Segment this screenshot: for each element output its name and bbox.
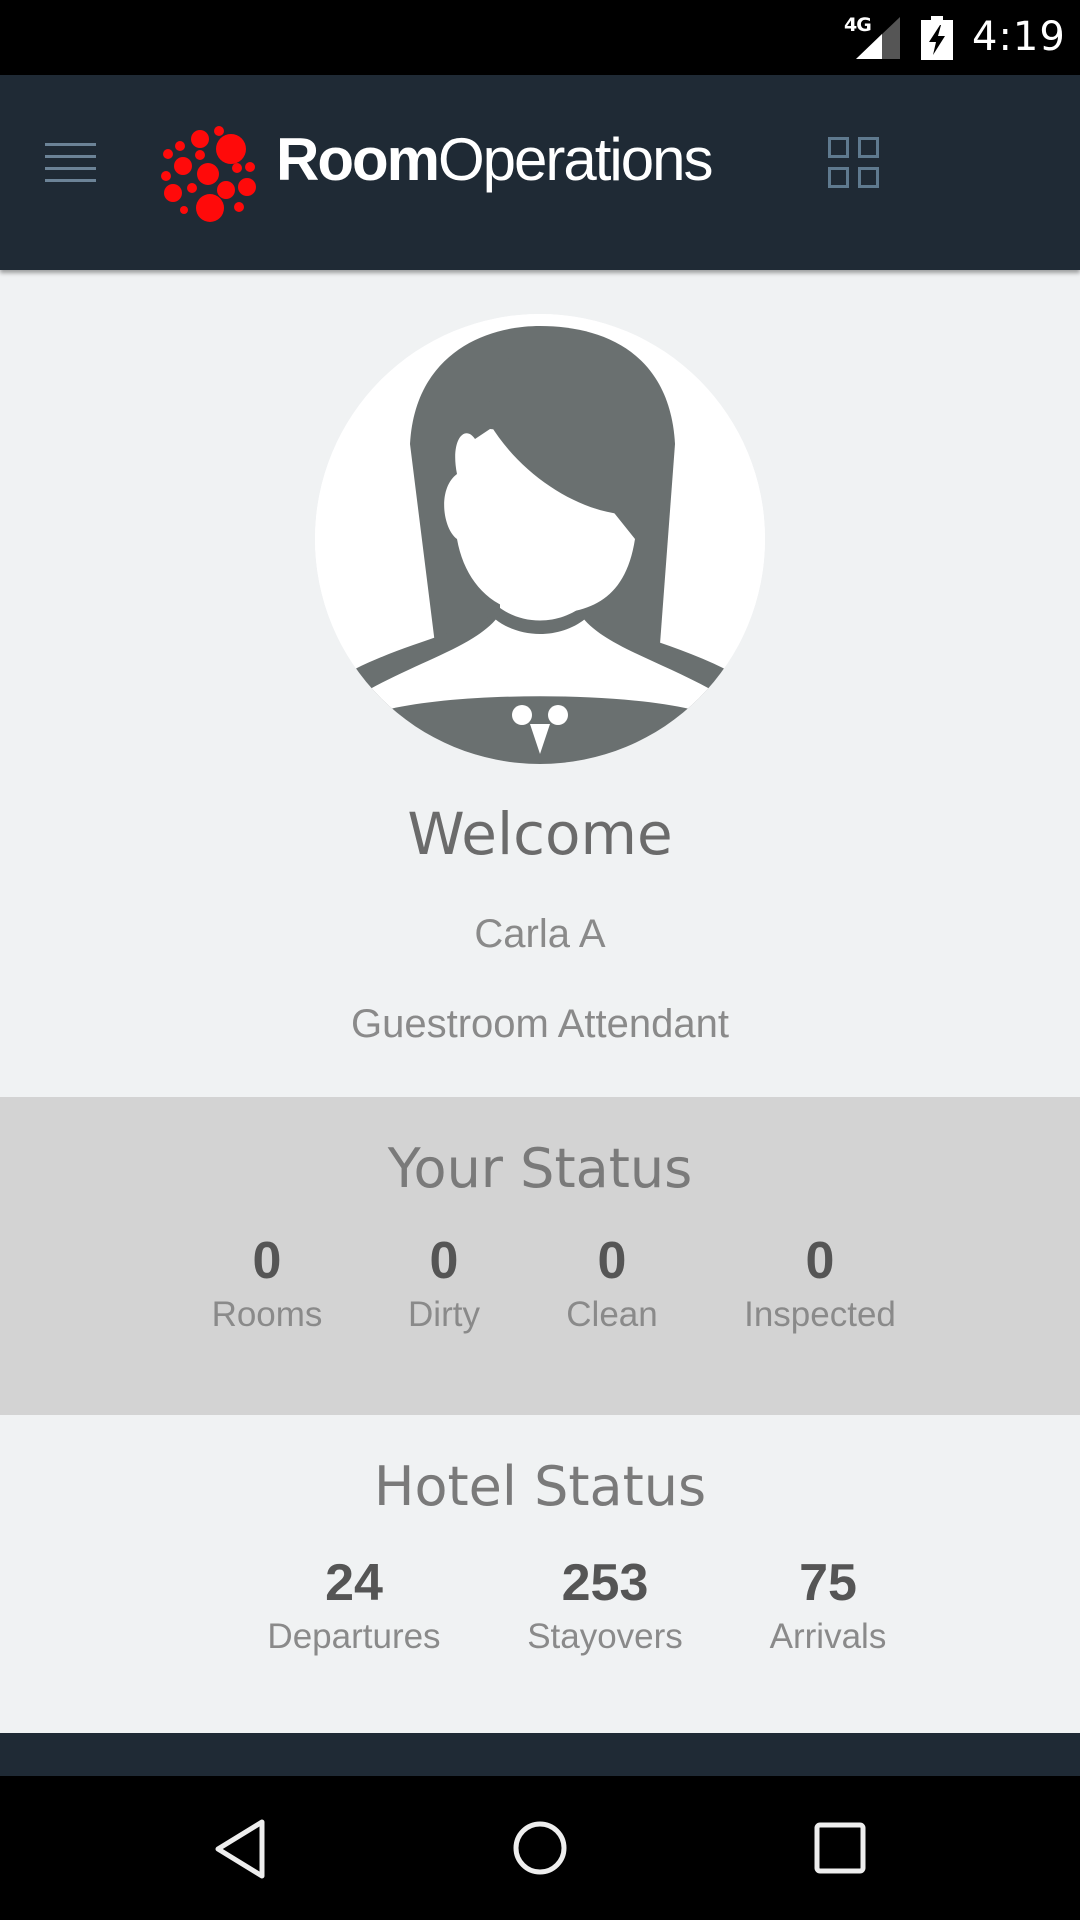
status-bar: 4G 4:19 bbox=[0, 0, 1080, 75]
brand-name-light: Operations bbox=[437, 126, 713, 193]
signal-icon bbox=[856, 17, 900, 59]
menu-button[interactable] bbox=[36, 133, 104, 201]
recents-icon bbox=[814, 1822, 866, 1874]
stat-value: 24 bbox=[325, 1554, 383, 1612]
back-icon bbox=[215, 1819, 265, 1879]
stat-inspected[interactable]: 0 Inspected bbox=[700, 1231, 940, 1337]
stat-label: Clean bbox=[566, 1295, 658, 1334]
battery-charging-icon bbox=[921, 16, 953, 60]
brand-name: RoomOperations bbox=[276, 125, 713, 194]
avatar bbox=[315, 314, 765, 764]
your-status-section: Your Status 0 Rooms 0 Dirty 0 Clean 0 In… bbox=[0, 1097, 1080, 1415]
home-button[interactable] bbox=[495, 1806, 585, 1890]
recents-button[interactable] bbox=[795, 1806, 885, 1890]
user-role: Guestroom Attendant bbox=[350, 1002, 729, 1046]
hotel-status-title: Hotel Status bbox=[373, 1455, 707, 1518]
logo-icon bbox=[161, 126, 256, 222]
apps-grid-button[interactable] bbox=[818, 127, 890, 199]
stat-label: Arrivals bbox=[769, 1617, 887, 1656]
stat-value: 0 bbox=[597, 1232, 627, 1290]
female-avatar-icon bbox=[315, 314, 765, 764]
footer-bar bbox=[0, 1733, 1080, 1776]
navigation-bar bbox=[0, 1776, 1080, 1920]
clock: 4:19 bbox=[972, 14, 1066, 60]
stat-label: Inspected bbox=[744, 1295, 896, 1334]
your-status-title: Your Status bbox=[387, 1137, 693, 1200]
stat-label: Stayovers bbox=[527, 1617, 683, 1656]
hotel-status-section: Hotel Status 24 Departures 253 Stayovers… bbox=[0, 1415, 1080, 1733]
back-button[interactable] bbox=[194, 1806, 284, 1890]
stat-departures[interactable]: 24 Departures bbox=[234, 1553, 474, 1659]
welcome-title: Welcome bbox=[407, 800, 673, 868]
stat-clean[interactable]: 0 Clean bbox=[492, 1231, 732, 1337]
stat-label: Departures bbox=[267, 1617, 441, 1656]
stat-value: 253 bbox=[561, 1554, 649, 1612]
app-header: RoomOperations bbox=[0, 75, 1080, 270]
home-icon bbox=[513, 1821, 567, 1875]
stat-arrivals[interactable]: 75 Arrivals bbox=[708, 1553, 948, 1659]
stat-value: 75 bbox=[799, 1554, 857, 1612]
stat-stayovers[interactable]: 253 Stayovers bbox=[485, 1553, 725, 1659]
user-name: Carla A bbox=[474, 912, 606, 956]
brand-name-bold: Room bbox=[276, 126, 440, 193]
stat-value: 0 bbox=[805, 1232, 835, 1290]
